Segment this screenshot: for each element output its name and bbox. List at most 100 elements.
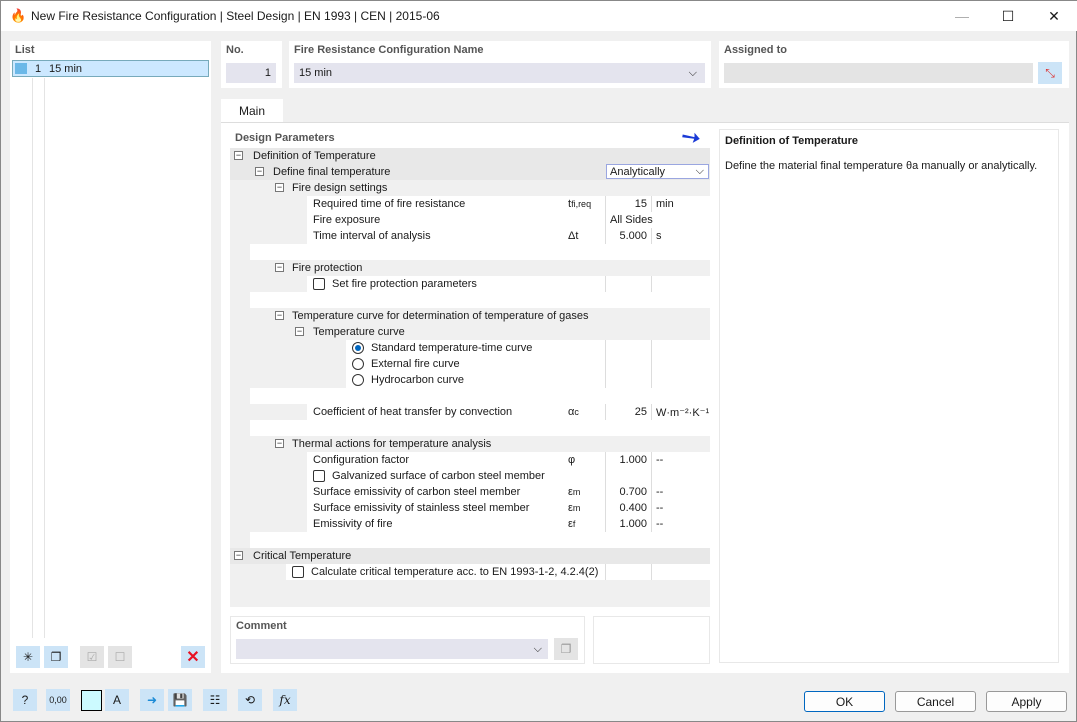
row-value[interactable]: 1.000 [605, 452, 651, 468]
checkbox[interactable] [313, 470, 325, 482]
apply-button[interactable]: Apply [986, 691, 1067, 712]
row-label: Galvanized surface of carbon steel membe… [332, 470, 545, 482]
reset-icon[interactable]: ⟲ [238, 689, 262, 711]
minimize-button[interactable]: — [939, 1, 985, 31]
no-field: 1 [226, 63, 276, 83]
copy-icon[interactable]: ❐ [44, 646, 68, 668]
info-panel: Definition of Temperature Define the mat… [719, 129, 1059, 663]
row-value[interactable]: 15 [605, 196, 651, 212]
tree-row[interactable]: Hydrocarbon curve [346, 372, 710, 388]
tree-row[interactable]: Standard temperature-time curve [346, 340, 710, 356]
delete-icon[interactable]: ✕ [181, 646, 205, 668]
checkbox[interactable] [292, 566, 304, 578]
cancel-button[interactable]: Cancel [895, 691, 976, 712]
toggle-check-icon: ☐ [108, 646, 132, 668]
collapse-icon[interactable]: − [255, 167, 264, 176]
tree-row[interactable]: − Critical Temperature [230, 548, 710, 564]
tree-row[interactable]: − Temperature curve [230, 324, 710, 340]
export-icon[interactable]: ➜ [140, 689, 164, 711]
library-icon[interactable]: ☷ [203, 689, 227, 711]
tree-row[interactable]: Required time of fire resistance t fi,req 1… [307, 196, 710, 212]
collapse-icon[interactable]: − [234, 551, 243, 560]
row-label: Emissivity of fire [313, 518, 393, 530]
row-value[interactable]: 5.000 [605, 228, 651, 244]
tree-row[interactable]: Calculate critical temperature acc. to E… [286, 564, 710, 580]
row-symbol [564, 212, 605, 228]
row-value[interactable]: 1.000 [605, 516, 651, 532]
tree-row[interactable]: − Thermal actions for temperature analysi… [230, 436, 710, 452]
name-value: 15 min [299, 67, 333, 79]
row-label: Coefficient of heat transfer by convecti… [313, 406, 513, 418]
row-unit: W·m⁻²·K⁻¹ [651, 404, 710, 420]
info-title: Definition of Temperature [725, 135, 859, 147]
tree-row[interactable]: Fire exposure All Sides [307, 212, 710, 228]
row-value[interactable]: 0.400 [605, 500, 651, 516]
row-label: Fire protection [292, 262, 363, 274]
collapse-icon[interactable]: − [275, 311, 284, 320]
assigned-field [724, 63, 1033, 83]
checkbox[interactable] [313, 278, 325, 290]
row-symbol: t fi,req [564, 196, 605, 212]
row-label: Surface emissivity of carbon steel membe… [313, 486, 521, 498]
empty-cell [651, 564, 710, 580]
radio-button[interactable] [352, 342, 364, 354]
row-symbol: εf [564, 516, 605, 532]
text-style-icon[interactable]: A [105, 689, 129, 711]
row-label: Temperature curve [313, 326, 405, 338]
symbol-text: φ [568, 454, 576, 466]
assigned-label: Assigned to [724, 44, 787, 56]
tree-row[interactable]: Surface emissivity of stainless steel me… [307, 500, 710, 516]
units-icon[interactable]: 0,00 [46, 689, 70, 711]
tree-row[interactable]: Emissivity of fire ε f 1.000 -- [307, 516, 710, 532]
tree-row[interactable]: − Define final temperature Analytically ⌵ [230, 164, 710, 180]
row-value[interactable]: All Sides [605, 212, 705, 228]
tree-row[interactable]: Coefficient of heat transfer by convecti… [307, 404, 710, 420]
color-icon[interactable] [81, 690, 102, 711]
collapse-icon[interactable]: − [275, 439, 284, 448]
maximize-button[interactable]: ☐ [985, 1, 1031, 31]
row-label: Define final temperature [273, 166, 391, 178]
formula-icon[interactable]: fx [273, 689, 297, 711]
tree-row[interactable]: Configuration factor φ 1.000 -- [307, 452, 710, 468]
collapse-icon[interactable]: − [295, 327, 304, 336]
row-symbol: αc [564, 404, 605, 420]
tree-row[interactable]: Time interval of analysis Δt 5.000 s [307, 228, 710, 244]
tree-row[interactable]: Set fire protection parameters [307, 276, 710, 292]
collapse-icon[interactable]: − [275, 263, 284, 272]
comment-input[interactable]: ⌵ [236, 639, 548, 659]
tree-row[interactable]: − Temperature curve for determination of … [230, 308, 710, 324]
tab-main[interactable]: Main [221, 99, 283, 123]
dropdown-value: Analytically [610, 165, 666, 178]
collapse-icon[interactable]: − [234, 151, 243, 160]
list-label: List [15, 44, 35, 56]
collapse-icon[interactable]: − [275, 183, 284, 192]
tree-row[interactable]: − Definition of Temperature [230, 148, 710, 164]
list-item[interactable]: 1 15 min [12, 60, 209, 77]
design-parameters-label: Design Parameters [235, 132, 335, 144]
radio-button[interactable] [352, 374, 364, 386]
row-value[interactable]: 0.700 [605, 484, 651, 500]
blank-panel [593, 616, 710, 664]
tree-row[interactable]: Galvanized surface of carbon steel membe… [307, 468, 710, 484]
empty-cell [605, 276, 651, 292]
define-final-temperature-dropdown[interactable]: Analytically ⌵ [606, 164, 709, 179]
name-dropdown[interactable]: 15 min ⌵ [294, 63, 705, 83]
row-label: Time interval of analysis [313, 230, 431, 242]
new-icon[interactable]: ✳ [16, 646, 40, 668]
tree-row[interactable]: − Fire design settings [230, 180, 710, 196]
tree-row[interactable]: Surface emissivity of carbon steel membe… [307, 484, 710, 500]
ok-button[interactable]: OK [804, 691, 885, 712]
help-icon[interactable]: ? [13, 689, 37, 711]
select-pointer-icon[interactable]: ⤡ [1038, 62, 1062, 84]
row-label: Thermal actions for temperature analysis [292, 438, 492, 450]
empty-cell [651, 468, 710, 484]
row-label: Definition of Temperature [253, 150, 376, 162]
tree-row[interactable]: − Fire protection [230, 260, 710, 276]
tree-row[interactable]: External fire curve [346, 356, 710, 372]
row-unit: -- [651, 452, 710, 468]
row-value[interactable]: 25 [605, 404, 651, 420]
close-button[interactable]: ✕ [1031, 1, 1077, 31]
save-icon[interactable]: 💾 [168, 689, 192, 711]
row-label: Fire exposure [313, 214, 381, 226]
radio-button[interactable] [352, 358, 364, 370]
